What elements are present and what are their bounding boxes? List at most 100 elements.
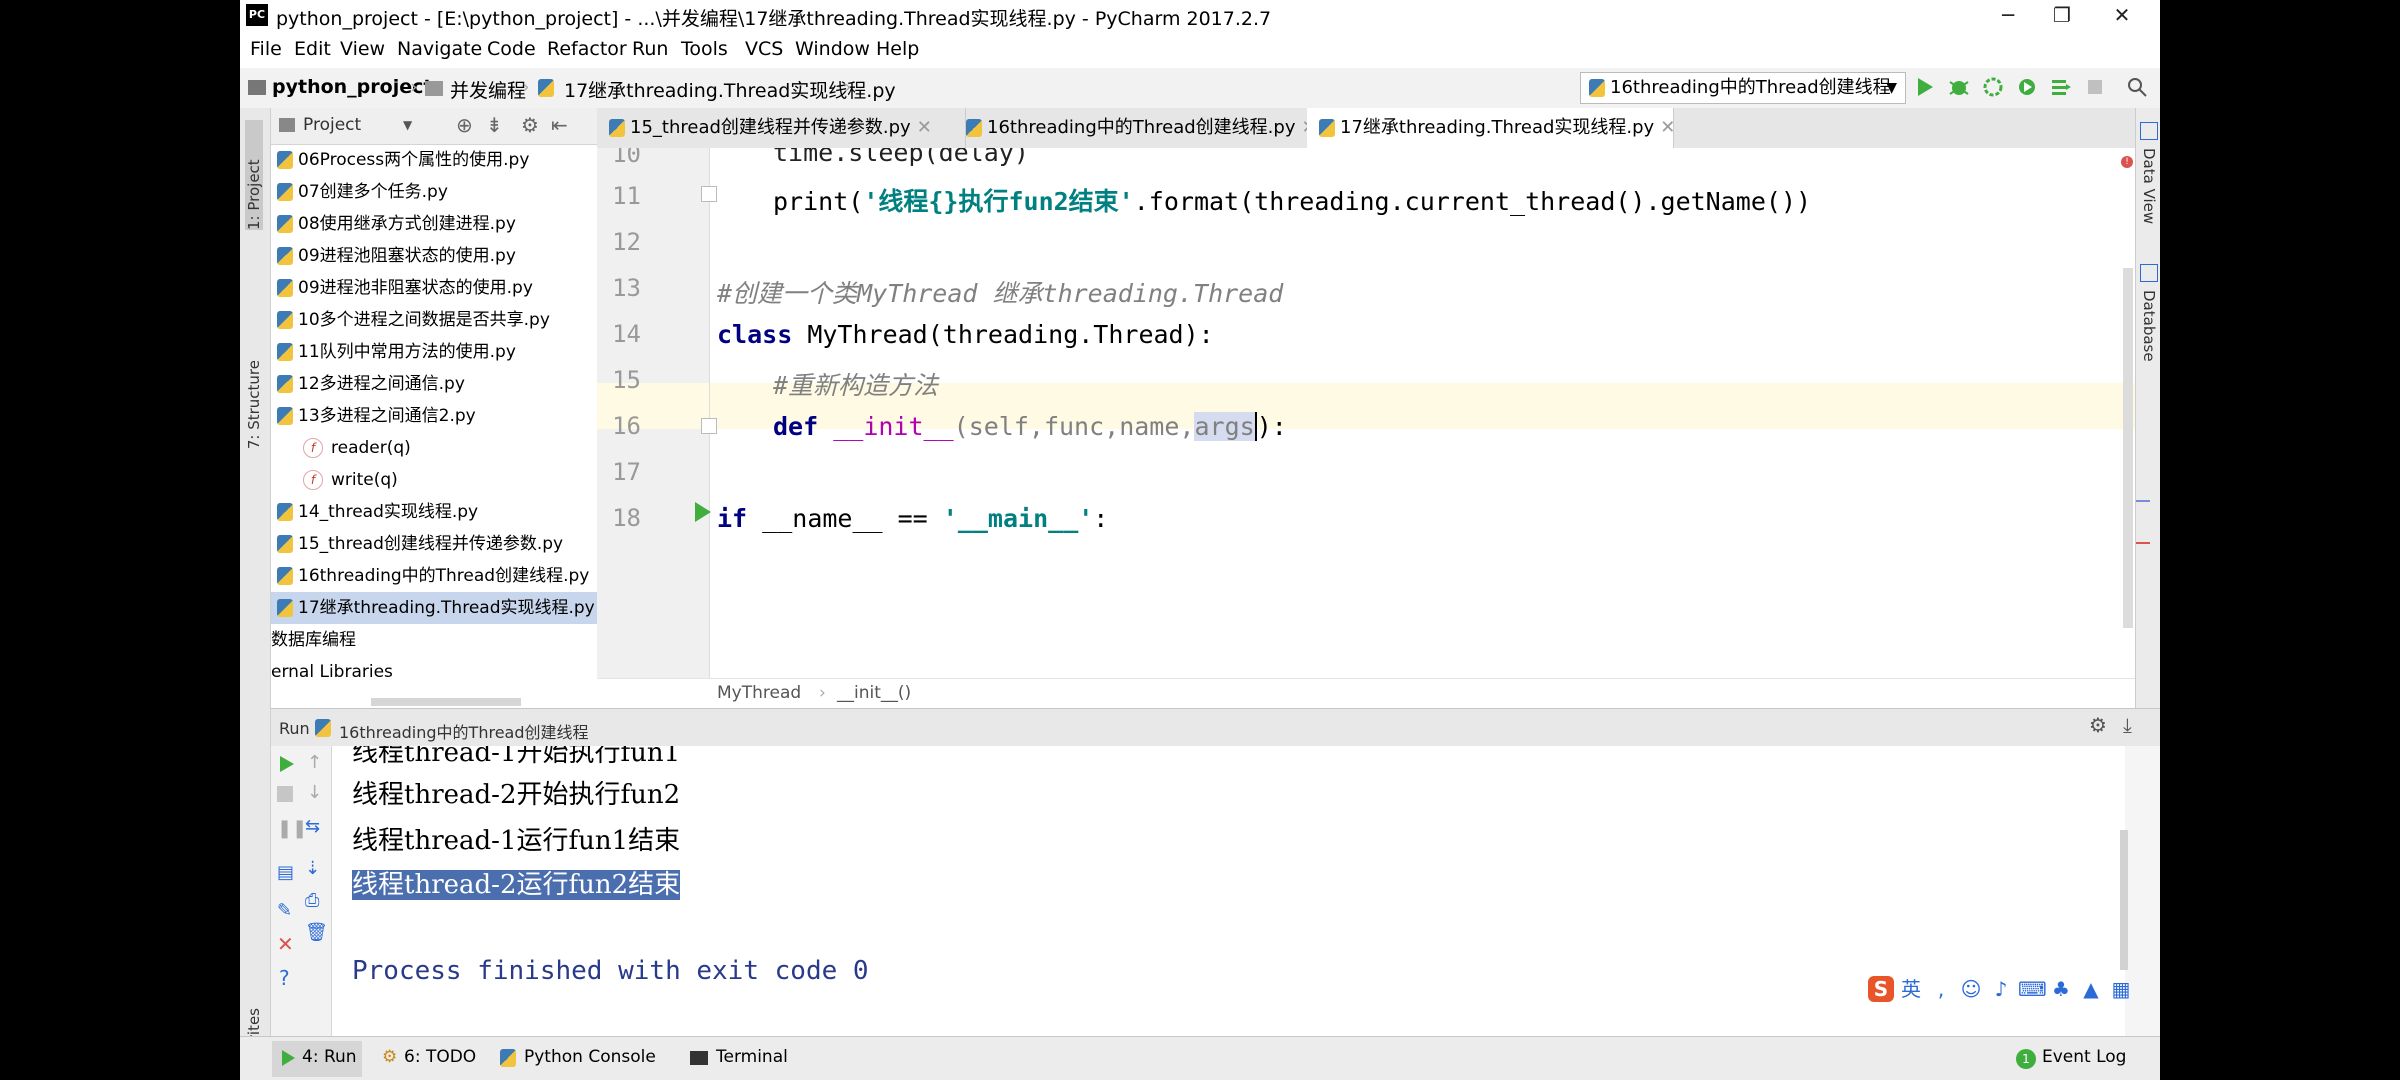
menu-refactor[interactable]: Refactor — [547, 38, 627, 60]
project-view-select[interactable]: Project — [303, 115, 361, 135]
editor-scrollbar[interactable] — [2123, 268, 2133, 628]
todo-tool-tab[interactable]: 6: TODO — [404, 1047, 476, 1067]
breadcrumb-separator: › — [844, 76, 852, 98]
horizontal-scrollbar[interactable] — [371, 698, 521, 706]
menu-navigate[interactable]: Navigate — [397, 38, 482, 60]
menu-window[interactable]: Window — [795, 38, 870, 60]
data-view-tool-button[interactable]: Data View — [2140, 148, 2158, 224]
trash-icon[interactable]: 🗑 — [305, 922, 328, 943]
run-icon[interactable] — [1914, 76, 1936, 98]
layout-icon[interactable]: ▤ — [277, 862, 294, 883]
stop-icon[interactable] — [277, 786, 293, 802]
rerun-icon[interactable] — [277, 754, 297, 774]
close-button[interactable]: ✕ — [2090, 0, 2154, 32]
menu-edit[interactable]: Edit — [294, 38, 331, 60]
sogou-logo-icon[interactable]: S — [1868, 976, 1894, 1002]
menu-help[interactable]: Help — [876, 38, 919, 60]
down-arrow-icon[interactable]: ↓ — [307, 782, 322, 803]
fold-marker-icon[interactable] — [701, 418, 717, 434]
punctuation-icon[interactable]: , — [1928, 976, 1954, 1002]
project-tool-button[interactable]: 1: Project — [245, 120, 263, 230]
function-icon: f — [303, 438, 323, 458]
concurrency-icon[interactable] — [2050, 76, 2072, 98]
menu-file[interactable]: File — [250, 38, 282, 60]
menu-code[interactable]: Code — [487, 38, 536, 60]
skin-icon[interactable]: ♣ — [2048, 976, 2074, 1002]
breadcrumb-folder[interactable]: 并发编程 — [450, 76, 526, 103]
menu-tools[interactable]: Tools — [681, 38, 728, 60]
debug-icon[interactable] — [1948, 76, 1970, 98]
soft-wrap-icon[interactable]: ⇆ — [305, 816, 320, 837]
tree-item[interactable]: 14_thread实现线程.py — [271, 496, 597, 528]
profile-icon[interactable] — [2016, 76, 2038, 98]
tree-item[interactable]: f reader(q) — [271, 432, 597, 464]
up-arrow-icon[interactable]: ↑ — [307, 752, 322, 773]
tree-item[interactable]: 15_thread创建线程并传递参数.py — [271, 528, 597, 560]
gear-icon[interactable]: ⚙ — [521, 113, 539, 137]
maximize-button[interactable]: ❐ — [2030, 0, 2094, 32]
keyboard-icon[interactable]: ⌨ — [2018, 976, 2047, 1002]
close-icon[interactable]: ✕ — [277, 932, 294, 956]
python-console-tool-tab[interactable]: Python Console — [524, 1047, 656, 1067]
menu-vcs[interactable]: VCS — [745, 38, 783, 60]
hide-icon[interactable]: ⤓ — [2123, 713, 2132, 737]
tab-17-thread-active[interactable]: 17继承threading.Thread实现线程.py ✕ — [1307, 108, 1675, 148]
microphone-icon[interactable]: ♪ — [1988, 976, 2014, 1002]
tree-item[interactable]: 10多个进程之间数据是否共享.py — [271, 304, 597, 336]
tree-item[interactable]: 06Process两个属性的使用.py — [271, 144, 597, 176]
menu-view[interactable]: View — [340, 38, 385, 60]
grid-icon[interactable]: ▦ — [2108, 976, 2134, 1002]
tree-item[interactable]: 07创建多个任务.py — [271, 176, 597, 208]
chevron-down-icon[interactable]: ▼ — [403, 118, 412, 132]
run-config-tab[interactable]: 16threading中的Thread创建线程 — [339, 719, 589, 743]
database-tool-button[interactable]: Database — [2140, 290, 2158, 362]
close-tab-icon[interactable]: ✕ — [917, 117, 932, 138]
tree-item[interactable]: 09进程池非阻塞状态的使用.py — [271, 272, 597, 304]
close-tab-icon[interactable]: ✕ — [1660, 117, 1675, 138]
tree-item[interactable]: ernal Libraries — [271, 656, 597, 688]
code-editor[interactable]: 10 11 12 13 14 15 16 17 18 time.sleep(de… — [597, 148, 2135, 678]
error-indicator-icon[interactable]: ! — [2121, 156, 2133, 168]
print-icon[interactable]: ⎙ — [305, 890, 319, 911]
scroll-from-source-icon[interactable]: ⊕ — [456, 113, 473, 137]
run-tool-tab[interactable]: 4: Run — [302, 1047, 357, 1067]
breadcrumb-method[interactable]: __init__() — [837, 683, 911, 703]
tree-item[interactable]: 12多进程之间通信.py — [271, 368, 597, 400]
console-output[interactable]: 线程thread-1开始执行fun1 线程thread-2开始执行fun2 线程… — [332, 746, 2125, 1036]
code-token: : — [1093, 504, 1109, 533]
terminal-tool-tab[interactable]: Terminal — [716, 1047, 788, 1067]
tree-item[interactable]: 13多进程之间通信2.py — [271, 400, 597, 432]
shirt-icon[interactable]: ▲ — [2078, 976, 2104, 1002]
hide-panel-icon[interactable]: ⇤ — [551, 113, 568, 137]
search-icon[interactable] — [2126, 76, 2148, 98]
pin-icon[interactable]: ✎ — [277, 900, 292, 921]
event-log-tool-tab[interactable]: Event Log — [2042, 1047, 2126, 1067]
tree-item[interactable]: 08使用继承方式创建进程.py — [271, 208, 597, 240]
emoji-icon[interactable]: ☺ — [1958, 976, 1984, 1002]
line-number: 12 — [612, 228, 641, 256]
structure-tool-button[interactable]: 7: Structure — [245, 360, 263, 449]
stop-icon[interactable] — [2084, 76, 2106, 98]
console-scrollbar[interactable] — [2120, 830, 2128, 970]
breadcrumb-project[interactable]: python_project — [272, 76, 432, 98]
tree-item[interactable]: 数据库编程 — [271, 624, 597, 656]
tree-item[interactable]: 11队列中常用方法的使用.py — [271, 336, 597, 368]
menu-run[interactable]: Run — [632, 38, 668, 60]
fold-marker-icon[interactable] — [701, 186, 717, 202]
scroll-to-end-icon[interactable]: ⇣ — [305, 858, 320, 879]
pause-icon[interactable]: ❚❚ — [277, 818, 307, 839]
breadcrumb-class[interactable]: MyThread — [717, 683, 801, 703]
tree-item[interactable]: 09进程池阻塞状态的使用.py — [271, 240, 597, 272]
tree-item-selected[interactable]: 17继承threading.Thread实现线程.py — [271, 592, 597, 624]
tab-15-thread[interactable]: 15_thread创建线程并传递参数.py ✕ — [597, 108, 966, 148]
help-icon[interactable]: ? — [279, 966, 290, 990]
tab-16-threading[interactable]: 16threading中的Thread创建线程.py✕ — [954, 108, 1319, 148]
gear-icon[interactable]: ⚙ — [2089, 713, 2107, 737]
run-configuration-select[interactable]: 16threading中的Thread创建线程 ▼ — [1580, 72, 1906, 104]
coverage-icon[interactable] — [1982, 76, 2004, 98]
collapse-all-icon[interactable]: ⇟ — [486, 113, 503, 137]
ime-language-toggle[interactable]: 英 — [1898, 976, 1924, 1002]
tree-item[interactable]: f write(q) — [271, 464, 597, 496]
tree-item[interactable]: 16threading中的Thread创建线程.py — [271, 560, 597, 592]
run-gutter-icon[interactable] — [693, 500, 713, 524]
